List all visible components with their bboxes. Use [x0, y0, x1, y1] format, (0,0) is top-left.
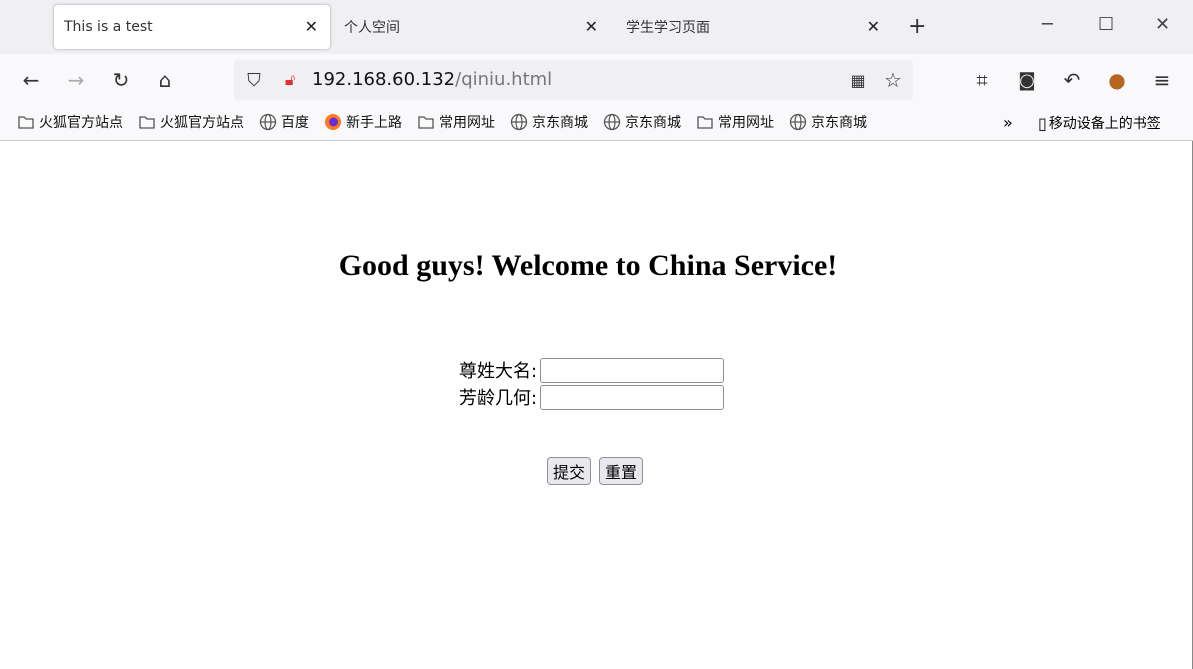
- tab[interactable]: 学生学习页面 ✕: [616, 5, 892, 49]
- tab-active[interactable]: This is a test ✕: [54, 5, 330, 49]
- bookmark-item[interactable]: 火狐官方站点: [138, 112, 244, 132]
- home-icon[interactable]: ⌂: [153, 68, 177, 92]
- folder-icon: [417, 113, 435, 131]
- folder-icon: [17, 113, 35, 131]
- name-input[interactable]: [540, 357, 725, 383]
- new-tab-icon[interactable]: +: [908, 14, 926, 39]
- bookmark-label: 常用网址: [439, 115, 495, 131]
- globe-icon: [603, 113, 621, 131]
- nav-toolbar: ← → ↻ ⌂ ⛉ 🔓︎ 192.168.60.132/qiniu.html ▦…: [0, 54, 1193, 104]
- folder-icon: [696, 113, 714, 131]
- close-tab-icon[interactable]: ✕: [305, 17, 318, 36]
- crop-icon[interactable]: ⌗: [970, 68, 994, 92]
- mobile-bookmarks[interactable]: ▯ 移动设备上的书签: [1038, 113, 1161, 133]
- bookmark-item[interactable]: 常用网址: [696, 112, 774, 132]
- tab-title: 个人空间: [344, 20, 400, 36]
- bookmark-item[interactable]: 常用网址: [417, 112, 495, 132]
- tab-title: 学生学习页面: [626, 20, 710, 36]
- more-bookmarks-icon[interactable]: »: [1003, 113, 1013, 132]
- age-row: 芳龄几何:: [459, 384, 725, 410]
- bookmark-label: 新手上路: [346, 115, 402, 131]
- bookmark-label: 火狐官方站点: [160, 115, 244, 131]
- forward-icon[interactable]: →: [64, 68, 88, 92]
- globe-icon: [789, 113, 807, 131]
- tampermonkey-icon[interactable]: ●: [1105, 68, 1129, 92]
- bookmark-item[interactable]: 京东商城: [789, 112, 867, 132]
- bookmark-item[interactable]: 新手上路: [324, 112, 402, 132]
- globe-icon: [259, 113, 277, 131]
- maximize-icon[interactable]: ☐: [1098, 14, 1114, 35]
- minimize-icon[interactable]: ─: [1042, 14, 1053, 35]
- tab-title: This is a test: [64, 19, 153, 35]
- reset-button[interactable]: 重置: [599, 457, 644, 485]
- bookmark-label: 百度: [281, 115, 309, 131]
- name-label: 尊姓大名:: [459, 361, 538, 382]
- globe-icon: [510, 113, 528, 131]
- extension-icon[interactable]: ◙: [1015, 68, 1039, 92]
- insecure-lock-icon[interactable]: 🔓︎: [278, 68, 302, 92]
- bookmark-label: 常用网址: [718, 115, 774, 131]
- bookmarks-bar: 火狐官方站点 火狐官方站点 百度 新手上路 常用网址 京东商城 京东商城 常用网址 京东商城: [0, 104, 1193, 141]
- bookmark-label: 京东商城: [811, 115, 867, 131]
- url-text[interactable]: 192.168.60.132/qiniu.html: [312, 69, 552, 90]
- reload-icon[interactable]: ↻: [109, 68, 133, 92]
- age-input[interactable]: [540, 384, 725, 410]
- undo-icon[interactable]: ↶: [1060, 68, 1084, 92]
- page-heading: Good guys! Welcome to China Service!: [338, 249, 838, 282]
- age-label: 芳龄几何:: [459, 388, 538, 409]
- close-tab-icon[interactable]: ✕: [867, 17, 880, 36]
- tab-bar: This is a test ✕ 个人空间 ✕ 学生学习页面 ✕ + ─ ☐ ✕: [0, 0, 1193, 54]
- mobile-icon: ▯: [1038, 113, 1047, 133]
- page-content: Good guys! Welcome to China Service! 尊姓大…: [0, 141, 1193, 669]
- bookmark-label: 京东商城: [625, 115, 681, 131]
- submit-button[interactable]: 提交: [547, 457, 592, 485]
- bookmark-label: 火狐官方站点: [39, 115, 123, 131]
- url-bar[interactable]: ⛉ 🔓︎ 192.168.60.132/qiniu.html ▦ ☆: [234, 60, 913, 100]
- bookmark-label: 京东商城: [532, 115, 588, 131]
- name-row: 尊姓大名:: [459, 357, 725, 383]
- bookmark-item[interactable]: 京东商城: [603, 112, 681, 132]
- close-tab-icon[interactable]: ✕: [585, 17, 598, 36]
- bookmark-item[interactable]: 火狐官方站点: [17, 112, 123, 132]
- window-close-icon[interactable]: ✕: [1155, 14, 1170, 35]
- bookmark-star-icon[interactable]: ☆: [881, 68, 905, 92]
- tab[interactable]: 个人空间 ✕: [334, 5, 610, 49]
- folder-icon: [138, 113, 156, 131]
- bookmark-item[interactable]: 百度: [259, 112, 309, 132]
- back-icon[interactable]: ←: [19, 68, 43, 92]
- qr-code-icon[interactable]: ▦: [846, 68, 870, 92]
- firefox-icon: [324, 113, 342, 131]
- shield-icon[interactable]: ⛉: [242, 68, 266, 92]
- menu-icon[interactable]: ≡: [1150, 68, 1174, 92]
- bookmark-item[interactable]: 京东商城: [510, 112, 588, 132]
